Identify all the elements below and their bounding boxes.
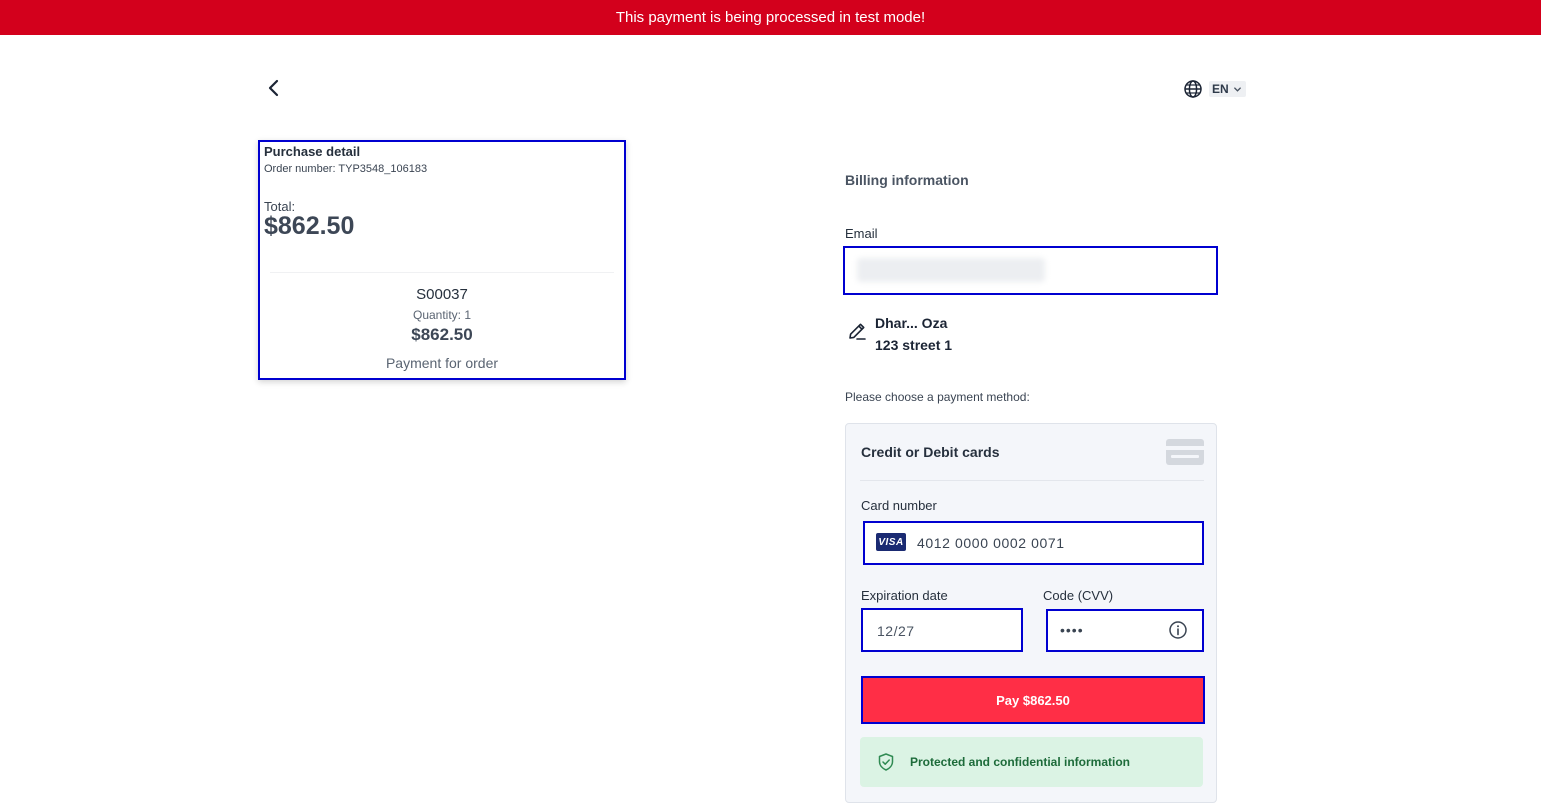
secure-info-notice: Protected and confidential information xyxy=(860,737,1203,787)
language-code[interactable]: EN xyxy=(1209,81,1246,97)
chevron-down-icon xyxy=(1233,86,1241,92)
expiration-date-label: Expiration date xyxy=(861,588,948,603)
card-number-label: Card number xyxy=(861,498,937,513)
chevron-left-icon xyxy=(268,79,279,97)
email-blurred-value xyxy=(857,258,1045,282)
payment-method-title[interactable]: Credit or Debit cards xyxy=(861,444,999,460)
item-quantity: Quantity: 1 xyxy=(412,308,472,322)
language-code-text: EN xyxy=(1212,82,1229,96)
visa-icon: VISA xyxy=(876,533,906,551)
info-icon[interactable] xyxy=(1168,620,1188,640)
cvv-input[interactable]: •••• xyxy=(1046,609,1204,652)
globe-icon xyxy=(1184,80,1202,98)
card-number-value: 4012 0000 0002 0071 xyxy=(917,535,1065,551)
choose-payment-method-label: Please choose a payment method: xyxy=(845,390,1030,404)
contact-name: Dhar... Oza xyxy=(875,315,948,331)
cvv-label: Code (CVV) xyxy=(1043,588,1114,603)
secure-info-text: Protected and confidential information xyxy=(910,755,1131,769)
pay-button-label: Pay $862.50 xyxy=(996,692,1070,708)
credit-card-icon xyxy=(1166,439,1204,465)
edit-contact-button[interactable] xyxy=(846,320,868,342)
billing-information-title: Billing information xyxy=(845,172,969,188)
card-number-input[interactable]: VISA 4012 0000 0002 0071 xyxy=(863,521,1204,565)
shield-check-icon xyxy=(878,753,894,771)
test-mode-banner-text: This payment is being processed in test … xyxy=(615,9,926,26)
email-input[interactable] xyxy=(843,246,1218,295)
purchase-detail-title: Purchase detail xyxy=(264,144,361,159)
back-button[interactable] xyxy=(262,76,286,100)
pay-button[interactable]: Pay $862.50 xyxy=(861,676,1205,724)
item-description: Payment for order xyxy=(385,355,499,371)
email-label: Email xyxy=(845,226,878,241)
test-mode-banner: This payment is being processed in test … xyxy=(0,0,1541,35)
expiration-date-input[interactable]: 12/27 xyxy=(861,608,1023,652)
contact-address: 123 street 1 xyxy=(875,337,953,353)
cvv-value: •••• xyxy=(1060,622,1084,638)
edit-icon xyxy=(849,323,866,340)
item-name: S00037 xyxy=(416,286,468,303)
purchase-divider xyxy=(270,272,614,273)
purchase-detail-card: Purchase detail Order number: TYP3548_10… xyxy=(258,140,626,380)
total-value: $862.50 xyxy=(264,212,355,240)
order-number: Order number: TYP3548_106183 xyxy=(264,163,428,175)
language-selector[interactable]: EN xyxy=(1183,78,1246,100)
payment-method-panel: Credit or Debit cards Card number VISA 4… xyxy=(845,423,1217,803)
payment-method-divider xyxy=(860,480,1204,481)
expiration-date-value: 12/27 xyxy=(877,623,915,639)
item-price: $862.50 xyxy=(411,325,473,344)
